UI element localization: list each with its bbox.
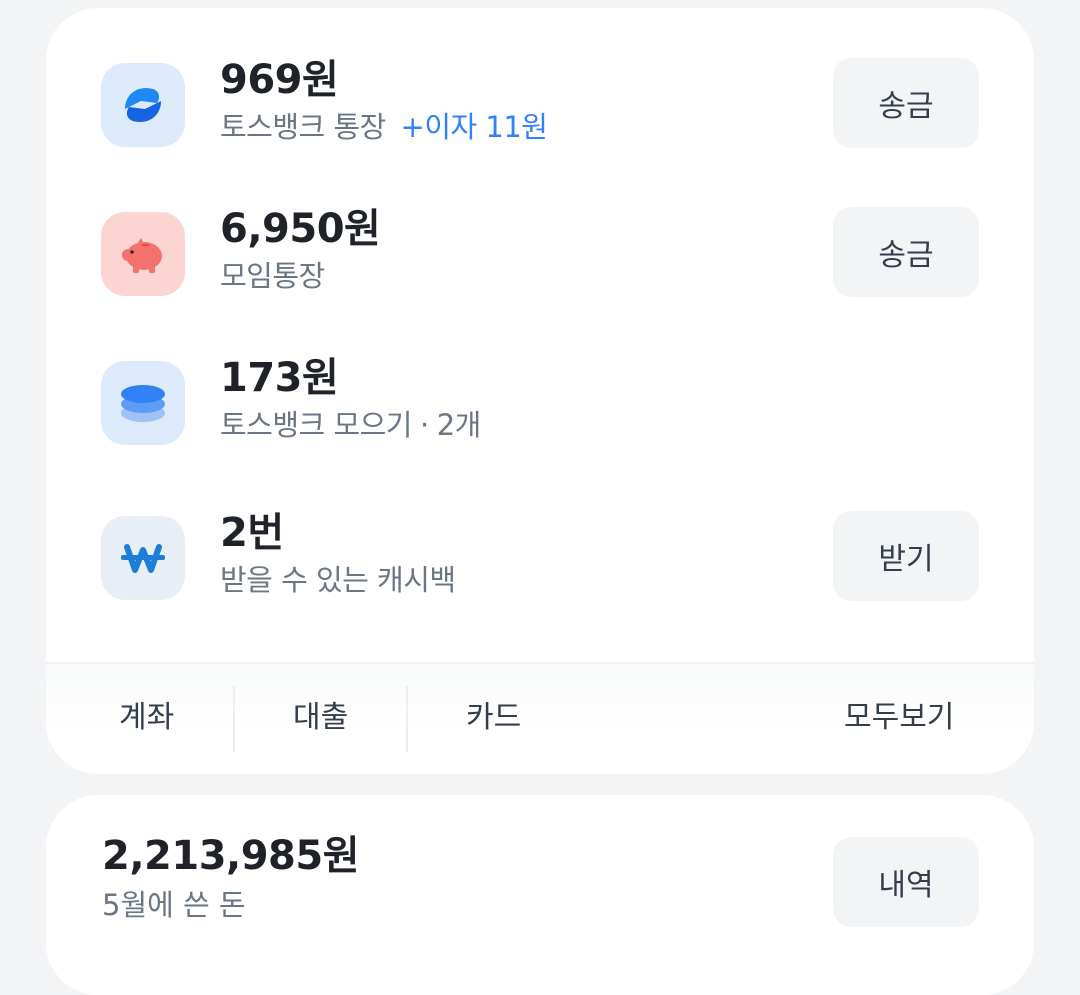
transfer-button[interactable]: 송금 [833, 58, 979, 148]
account-count: 2개 [436, 408, 482, 442]
tab-divider [233, 686, 235, 752]
account-name: 토스뱅크 모으기 [220, 408, 412, 442]
category-tabs: 계좌 대출 카드 모두보기 [46, 662, 1034, 774]
tab-divider [406, 686, 408, 752]
cashback-count: 2번 [220, 510, 284, 556]
account-info: 173원 토스뱅크 모으기 · 2개 [220, 351, 481, 445]
spending-amount: 2,213,985원 [102, 833, 360, 879]
history-button[interactable]: 내역 [833, 837, 979, 927]
account-row-group[interactable]: 6,950원 모임통장 송금 [101, 206, 979, 302]
stacked-coins-icon [101, 361, 185, 445]
account-info: 6,950원 모임통장 [220, 202, 381, 296]
won-symbol-icon [101, 516, 185, 600]
transfer-button[interactable]: 송금 [833, 207, 979, 297]
cashback-info: 2번 받을 수 있는 캐시백 [220, 506, 456, 600]
spending-card[interactable]: 2,213,985원 5월에 쓴 돈 내역 [46, 795, 1034, 995]
tab-card[interactable]: 카드 [466, 692, 521, 736]
account-row-tossbank[interactable]: 969원 토스뱅크 통장 +이자 11원 송금 [101, 57, 979, 153]
interest-label: +이자 11원 [400, 110, 548, 144]
accounts-card: 969원 토스뱅크 통장 +이자 11원 송금 6,950원 모임통장 송금 1… [46, 8, 1034, 774]
tab-loan[interactable]: 대출 [293, 692, 348, 736]
account-row-savings[interactable]: 173원 토스뱅크 모으기 · 2개 [101, 355, 979, 451]
account-balance: 173원 [220, 355, 339, 401]
account-name: 모임통장 [220, 259, 325, 293]
tab-view-all[interactable]: 모두보기 [844, 692, 954, 736]
cashback-row[interactable]: 2번 받을 수 있는 캐시백 받기 [101, 510, 979, 606]
toss-bank-icon [101, 63, 185, 147]
account-name: 토스뱅크 통장 [220, 110, 386, 144]
account-balance: 6,950원 [220, 206, 381, 252]
account-subtitle: 토스뱅크 통장 +이자 11원 [220, 107, 548, 147]
tab-account[interactable]: 계좌 [119, 692, 174, 736]
separator: · [419, 408, 429, 442]
piggy-bank-icon [101, 212, 185, 296]
cashback-label: 받을 수 있는 캐시백 [220, 563, 456, 597]
receive-button[interactable]: 받기 [833, 511, 979, 601]
account-info: 969원 토스뱅크 통장 +이자 11원 [220, 53, 548, 147]
spending-label: 5월에 쓴 돈 [102, 888, 246, 922]
account-subtitle: 토스뱅크 모으기 · 2개 [220, 405, 481, 445]
account-balance: 969원 [220, 57, 339, 103]
